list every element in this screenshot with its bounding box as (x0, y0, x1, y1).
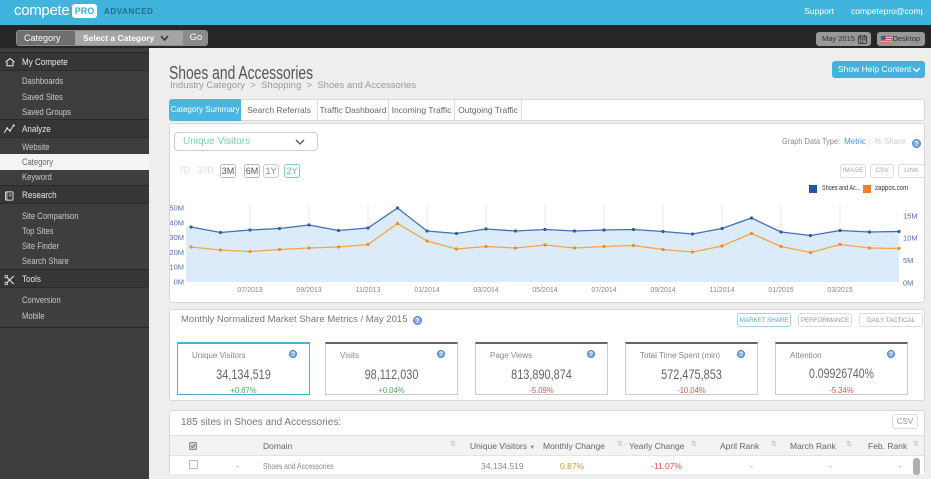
svg-text:09/2013: 09/2013 (296, 287, 321, 294)
svg-text:20M: 20M (170, 248, 184, 257)
svg-text:0M: 0M (174, 278, 184, 287)
svg-text:0M: 0M (903, 279, 913, 288)
svg-text:09/2014: 09/2014 (650, 287, 675, 294)
svg-text:07/2014: 07/2014 (591, 287, 616, 294)
svg-text:05/2014: 05/2014 (532, 287, 557, 294)
svg-text:01/2015: 01/2015 (768, 287, 793, 294)
svg-text:11/2014: 11/2014 (710, 287, 735, 294)
svg-text:30M: 30M (170, 233, 184, 242)
svg-text:10M: 10M (903, 234, 918, 243)
svg-text:11/2013: 11/2013 (356, 287, 381, 294)
svg-text:03/2015: 03/2015 (827, 287, 852, 294)
svg-text:5M: 5M (903, 256, 913, 265)
svg-text:10M: 10M (170, 263, 184, 272)
svg-text:01/2014: 01/2014 (414, 287, 439, 294)
svg-text:40M: 40M (170, 218, 184, 227)
svg-text:03/2014: 03/2014 (473, 287, 498, 294)
svg-text:50M: 50M (170, 204, 184, 213)
svg-text:15M: 15M (903, 211, 918, 220)
svg-text:07/2013: 07/2013 (237, 287, 262, 294)
